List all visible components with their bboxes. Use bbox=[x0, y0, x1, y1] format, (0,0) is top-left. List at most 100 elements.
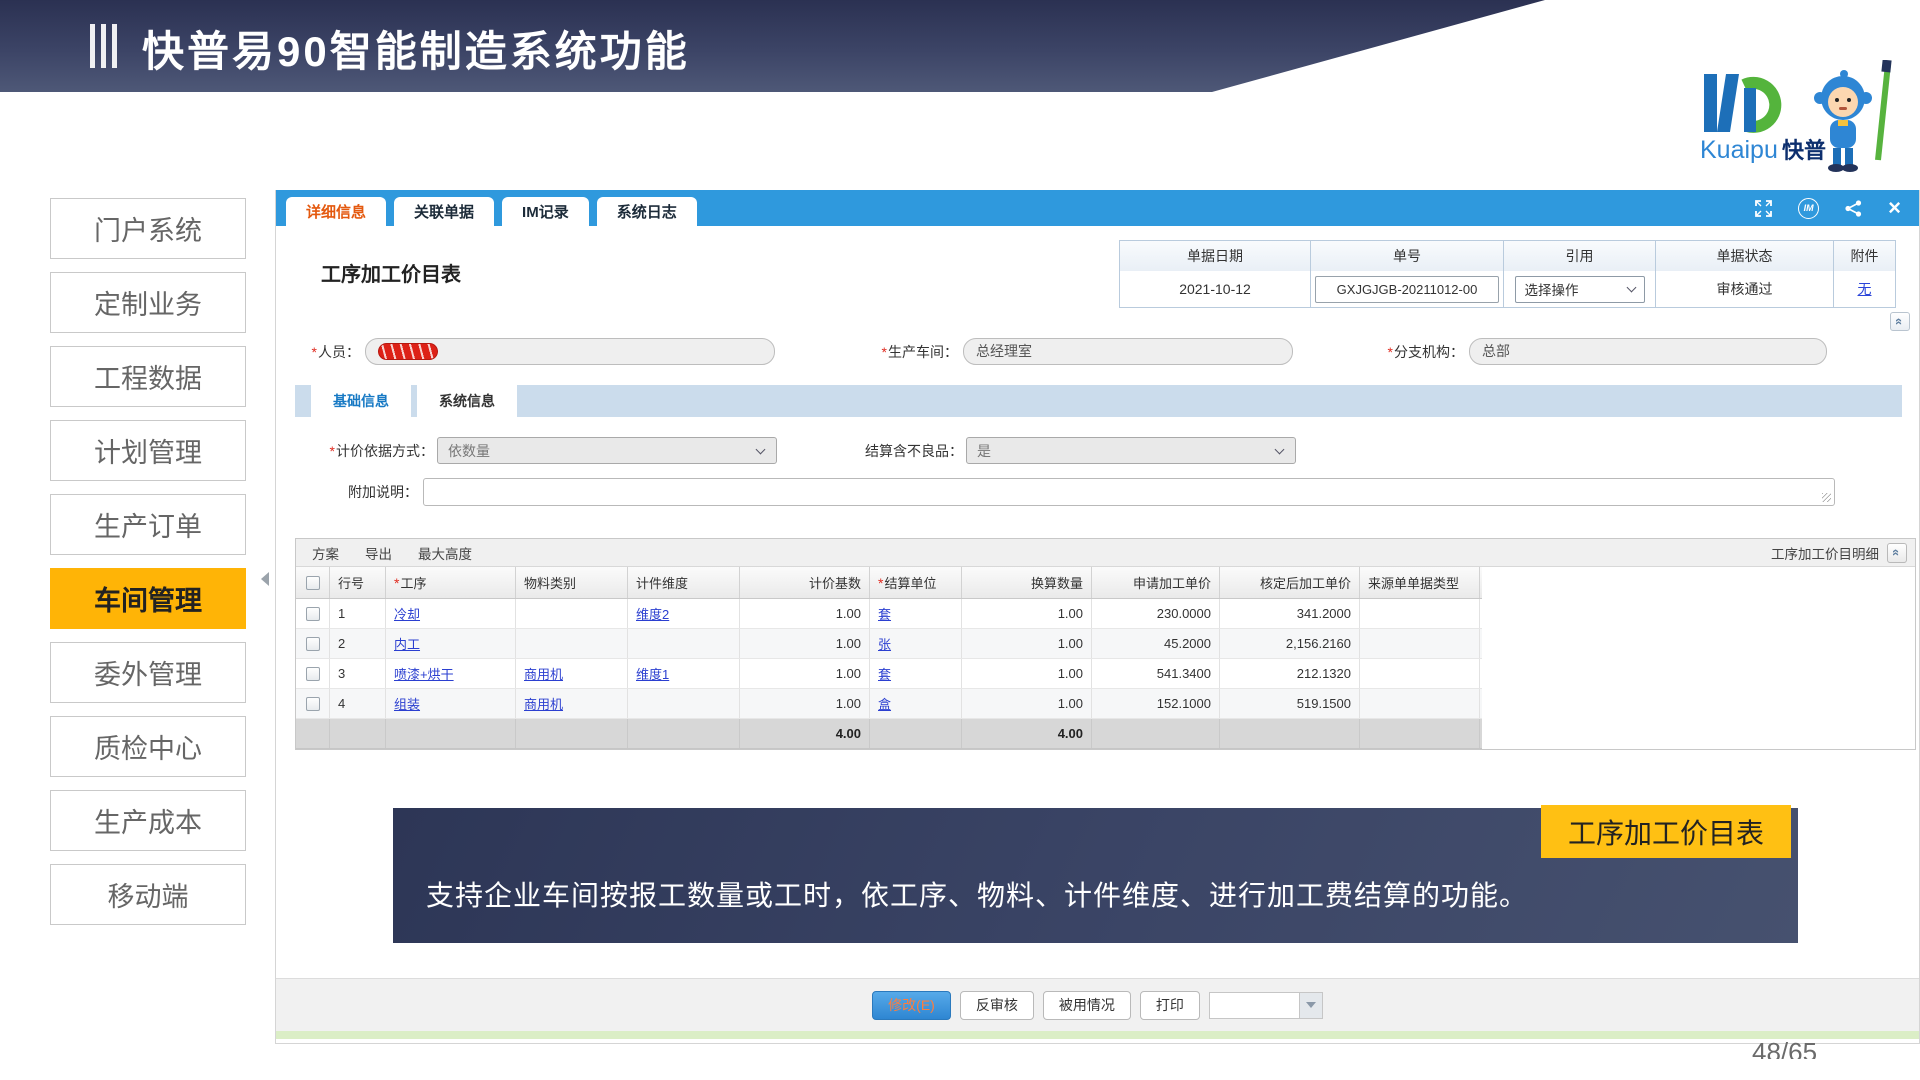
workshop-label: 生产车间： bbox=[888, 344, 958, 360]
total-cell bbox=[628, 719, 740, 748]
resize-handle-icon[interactable] bbox=[1822, 493, 1831, 502]
grid-col-1 bbox=[296, 567, 330, 598]
cell-link[interactable]: 张 bbox=[878, 634, 891, 653]
grid-header: 行号*工序物料类别计件维度计价基数*结算单位换算数量申请加工单价核定后加工单价来… bbox=[296, 567, 1482, 599]
tab-2[interactable]: 关联单据 bbox=[394, 197, 494, 226]
header-checkbox[interactable] bbox=[306, 576, 320, 590]
required-marker: * bbox=[394, 575, 399, 591]
subtab-1[interactable]: 基础信息 bbox=[311, 385, 411, 417]
total-cell bbox=[330, 719, 386, 748]
sidebar-item-6[interactable]: 车间管理 bbox=[50, 568, 246, 629]
cell-link[interactable]: 内工 bbox=[394, 634, 420, 653]
cell: 套 bbox=[870, 659, 962, 688]
cell-link[interactable]: 套 bbox=[878, 664, 891, 683]
cell-link[interactable]: 盒 bbox=[878, 694, 891, 713]
person-label: 人员： bbox=[318, 344, 360, 360]
grid-toolbar-item-3[interactable]: 最大高度 bbox=[418, 543, 472, 563]
basis-label: 计价依据方式： bbox=[336, 443, 434, 459]
cell-link[interactable]: 喷漆+烘干 bbox=[394, 664, 454, 683]
cell: 盒 bbox=[870, 689, 962, 718]
info-header-4: 单据状态 bbox=[1655, 241, 1833, 271]
basis-select[interactable]: 依数量 bbox=[437, 437, 777, 464]
cell: 1.00 bbox=[740, 689, 870, 718]
sidebar-item-1[interactable]: 门户系统 bbox=[50, 198, 246, 259]
sidebar-item-2[interactable]: 定制业务 bbox=[50, 272, 246, 333]
print-template-select[interactable] bbox=[1209, 992, 1323, 1019]
cell-link[interactable]: 冷却 bbox=[394, 604, 420, 623]
sidebar-item-5[interactable]: 生产订单 bbox=[50, 494, 246, 555]
required-marker: * bbox=[1388, 344, 1393, 360]
total-cell bbox=[516, 719, 628, 748]
cell: 1.00 bbox=[962, 659, 1092, 688]
cell-link[interactable]: 套 bbox=[878, 604, 891, 623]
grid-toolbar-bar: 方案导出最大高度 工序加工价目明细 « bbox=[296, 539, 1915, 567]
cell bbox=[628, 629, 740, 658]
required-marker: * bbox=[882, 344, 887, 360]
workshop-input[interactable]: 总经理室 bbox=[963, 338, 1293, 365]
subtab-2[interactable]: 系统信息 bbox=[417, 385, 517, 417]
doc-info-table: 单据日期单号引用单据状态附件 2021-10-12 GXJGJGB-202110… bbox=[1119, 240, 1896, 308]
doc-info-values: 2021-10-12 GXJGJGB-20211012-00 选择操作 审核通过… bbox=[1120, 271, 1895, 307]
cell bbox=[516, 599, 628, 628]
sidebar-item-8[interactable]: 质检中心 bbox=[50, 716, 246, 777]
row-checkbox[interactable] bbox=[306, 637, 320, 651]
tab-1[interactable]: 详细信息 bbox=[286, 197, 386, 226]
grid-toolbar-item-2[interactable]: 导出 bbox=[365, 543, 392, 563]
grid-toolbar-item-1[interactable]: 方案 bbox=[312, 543, 339, 563]
doc-number-input[interactable]: GXJGJGB-20211012-00 bbox=[1315, 276, 1499, 303]
defect-label: 结算含不良品： bbox=[865, 443, 963, 459]
footer-button-1[interactable]: 修改(E) bbox=[872, 991, 951, 1020]
cell: 维度2 bbox=[628, 599, 740, 628]
footer-button-3[interactable]: 被用情况 bbox=[1043, 991, 1131, 1020]
cell: 1.00 bbox=[962, 599, 1092, 628]
row-checkbox[interactable] bbox=[306, 667, 320, 681]
row-checkbox[interactable] bbox=[306, 697, 320, 711]
cell-link[interactable]: 商用机 bbox=[524, 694, 563, 713]
defect-select[interactable]: 是 bbox=[966, 437, 1296, 464]
im-icon[interactable]: IM bbox=[1798, 198, 1819, 219]
sidebar-item-7[interactable]: 委外管理 bbox=[50, 642, 246, 703]
fullscreen-icon[interactable] bbox=[1755, 200, 1772, 217]
cell-link[interactable]: 组装 bbox=[394, 694, 420, 713]
ref-action-select[interactable]: 选择操作 bbox=[1515, 276, 1645, 303]
required-marker: * bbox=[330, 443, 335, 459]
cell: 张 bbox=[870, 629, 962, 658]
attachment-link[interactable]: 无 bbox=[1858, 279, 1872, 299]
grid-col-9: 申请加工单价 bbox=[1092, 567, 1220, 598]
total-cell: 4.00 bbox=[962, 719, 1092, 748]
cell bbox=[1360, 629, 1480, 658]
cell: 维度1 bbox=[628, 659, 740, 688]
sidebar-item-3[interactable]: 工程数据 bbox=[50, 346, 246, 407]
collapse-grid-button[interactable]: « bbox=[1887, 543, 1907, 563]
grid-col-10: 核定后加工单价 bbox=[1220, 567, 1360, 598]
cell: 3 bbox=[330, 659, 386, 688]
branch-input[interactable]: 总部 bbox=[1469, 338, 1827, 365]
footer-button-4[interactable]: 打印 bbox=[1140, 991, 1200, 1020]
cell-link[interactable]: 维度1 bbox=[636, 664, 669, 683]
grid-col-8: 换算数量 bbox=[962, 567, 1092, 598]
cell: 1.00 bbox=[740, 629, 870, 658]
info-header-2: 单号 bbox=[1310, 241, 1503, 271]
collapse-header-button[interactable]: « bbox=[1890, 312, 1910, 331]
cell-link[interactable]: 维度2 bbox=[636, 604, 669, 623]
cell: 519.1500 bbox=[1220, 689, 1360, 718]
footer-button-2[interactable]: 反审核 bbox=[960, 991, 1034, 1020]
note-input[interactable] bbox=[423, 478, 1835, 506]
close-icon[interactable]: × bbox=[1888, 197, 1901, 219]
tab-bar: 详细信息关联单据 IM记录系统日志 IM × bbox=[276, 190, 1919, 226]
cell: 2,156.2160 bbox=[1220, 629, 1360, 658]
row-checkbox[interactable] bbox=[306, 607, 320, 621]
tab-4[interactable]: 系统日志 bbox=[597, 197, 697, 226]
total-cell bbox=[386, 719, 516, 748]
tab-3[interactable]: IM记录 bbox=[502, 197, 589, 226]
cell: 212.1320 bbox=[1220, 659, 1360, 688]
branch-field: *分支机构： 总部 bbox=[1374, 338, 1827, 365]
share-icon[interactable] bbox=[1845, 200, 1862, 217]
panel-collapse-arrow-icon[interactable] bbox=[261, 572, 269, 586]
cell-link[interactable]: 商用机 bbox=[524, 664, 563, 683]
sidebar-item-9[interactable]: 生产成本 bbox=[50, 790, 246, 851]
dropdown-arrow-box[interactable] bbox=[1299, 993, 1322, 1018]
sidebar-item-10[interactable]: 移动端 bbox=[50, 864, 246, 925]
sidebar-item-4[interactable]: 计划管理 bbox=[50, 420, 246, 481]
person-input[interactable] bbox=[365, 338, 775, 365]
